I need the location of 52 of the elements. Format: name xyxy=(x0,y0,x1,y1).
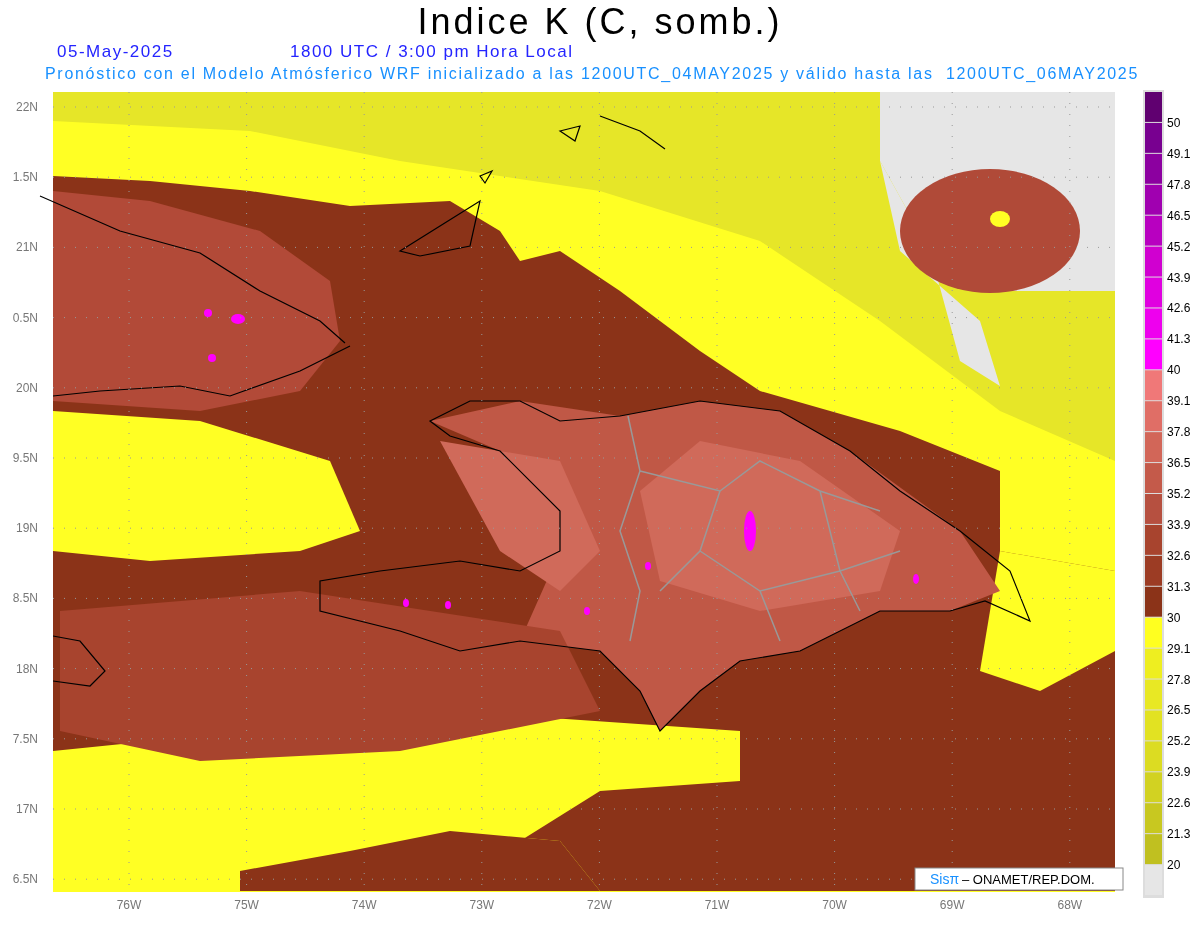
forecast-date: 05-May-2025 xyxy=(57,40,175,63)
legend-label: 50 xyxy=(1167,115,1181,130)
longitude-label: 73W xyxy=(469,898,495,912)
latitude-label: 22N xyxy=(16,100,38,114)
legend-label: 37.8 xyxy=(1167,425,1191,440)
latitude-label: 17N xyxy=(16,802,38,816)
legend-label: 49.1 xyxy=(1167,146,1191,161)
legend-label: 29.1 xyxy=(1167,641,1191,656)
longitude-label: 69W xyxy=(939,898,965,912)
legend-label: 32.6 xyxy=(1167,548,1191,563)
legend-label: 33.9 xyxy=(1167,517,1191,532)
legend-label: 23.9 xyxy=(1167,765,1191,780)
latitude-label: 21N xyxy=(16,240,38,255)
legend-label: 20 xyxy=(1167,858,1181,873)
latitude-label: 18N xyxy=(16,661,38,676)
latitude-label: 20N xyxy=(16,380,38,395)
legend-label: 27.8 xyxy=(1167,672,1191,687)
legend-label: 45.2 xyxy=(1167,239,1191,254)
forecast-time: 1800 UTC / 3:00 pm Hora Local xyxy=(290,40,574,63)
chart-title: Indice K (C, somb.) xyxy=(417,2,783,40)
legend-label: 36.5 xyxy=(1167,456,1191,471)
legend-label: 26.5 xyxy=(1167,703,1191,718)
latitude-label: 7.5N xyxy=(12,731,38,746)
latitude-label: 6.5N xyxy=(12,872,38,887)
latitude-label: 0.5N xyxy=(12,310,38,325)
legend-label: 31.3 xyxy=(1167,579,1191,594)
longitude-label: 70W xyxy=(822,898,847,912)
legend-label: 47.8 xyxy=(1167,177,1191,192)
credit-text: – ONAMET/REP.DOM. xyxy=(962,872,1095,887)
legend-label: 22.6 xyxy=(1167,796,1191,811)
latitude-label: 19N xyxy=(16,521,38,536)
legend-label: 46.5 xyxy=(1167,208,1191,223)
legend-label: 42.6 xyxy=(1167,301,1191,316)
legend-label: 25.2 xyxy=(1167,734,1191,749)
logo-text: Sisπ xyxy=(930,871,960,887)
longitude-label: 75W xyxy=(234,898,259,912)
legend-label: 41.3 xyxy=(1167,332,1191,347)
legend-label: 35.2 xyxy=(1167,487,1191,501)
longitude-label: 74W xyxy=(351,898,377,912)
legend-label: 39.1 xyxy=(1167,394,1191,409)
longitude-label: 76W xyxy=(116,898,142,912)
legend-label: 43.9 xyxy=(1167,270,1191,285)
longitude-label: 71W xyxy=(704,898,730,912)
longitude-label: 68W xyxy=(1057,898,1083,912)
legend-label: 21.3 xyxy=(1167,827,1191,842)
latitude-label: 9.5N xyxy=(12,451,38,465)
legend-label: 40 xyxy=(1167,363,1181,378)
legend-label: 30 xyxy=(1167,610,1181,625)
forecast-description: Pronóstico con el Modelo Atmósferico WRF inicializado a las 1200UTC_04MAY2025 y válido hasta las 1200UTC_06MAY2025 xyxy=(45,64,1140,84)
latitude-label: 8.5N xyxy=(12,591,38,606)
latitude-label: 1.5N xyxy=(12,170,38,185)
longitude-label: 72W xyxy=(587,898,612,912)
